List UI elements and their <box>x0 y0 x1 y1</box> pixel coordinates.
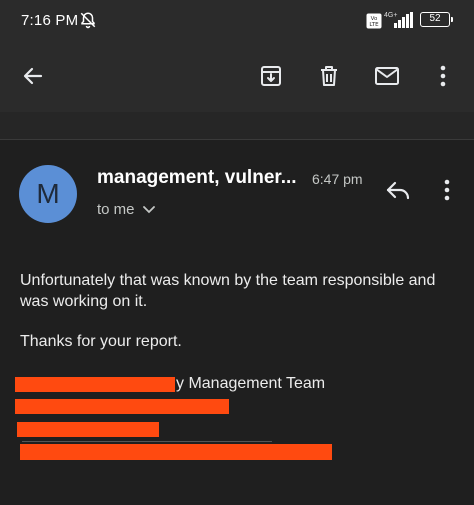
redaction-bar <box>15 399 229 414</box>
message-body-paragraph-1: Unfortunately that was known by the team… <box>20 272 436 310</box>
signal-icon <box>394 12 414 33</box>
chevron-down-icon <box>142 201 155 218</box>
recipient-details[interactable]: to me <box>97 201 155 218</box>
mail-icon[interactable] <box>368 57 406 95</box>
battery-icon: 52 <box>420 12 453 27</box>
redaction-bar <box>15 377 175 392</box>
back-arrow-icon[interactable] <box>14 57 52 95</box>
signature-team-name: y Management Team <box>176 375 326 392</box>
top-app-bar <box>0 42 474 112</box>
message-more-icon[interactable] <box>432 172 462 208</box>
redaction-bar <box>20 444 332 460</box>
avatar[interactable]: M <box>19 165 77 223</box>
bell-muted-icon <box>79 11 97 34</box>
more-vert-icon[interactable] <box>424 57 462 95</box>
delete-icon[interactable] <box>310 57 348 95</box>
recipient-label: to me <box>97 201 135 218</box>
redaction-bar <box>17 422 159 437</box>
avatar-letter: M <box>36 178 60 209</box>
status-bar: 7:16 PM Vo LTE 4G+ 52 <box>0 0 474 42</box>
sender-name[interactable]: management, vulner... <box>97 167 307 189</box>
archive-icon[interactable] <box>252 57 290 95</box>
message-time: 6:47 pm <box>312 171 363 187</box>
volte-icon: Vo LTE <box>366 13 382 34</box>
message-body-paragraph-2: Thanks for your report. <box>20 333 182 350</box>
svg-text:LTE: LTE <box>369 22 379 28</box>
reply-icon[interactable] <box>380 172 416 208</box>
subject-area-divider <box>0 112 474 140</box>
redacted-underline <box>22 441 272 442</box>
battery-level: 52 <box>429 13 441 24</box>
status-time: 7:16 PM <box>21 12 79 29</box>
